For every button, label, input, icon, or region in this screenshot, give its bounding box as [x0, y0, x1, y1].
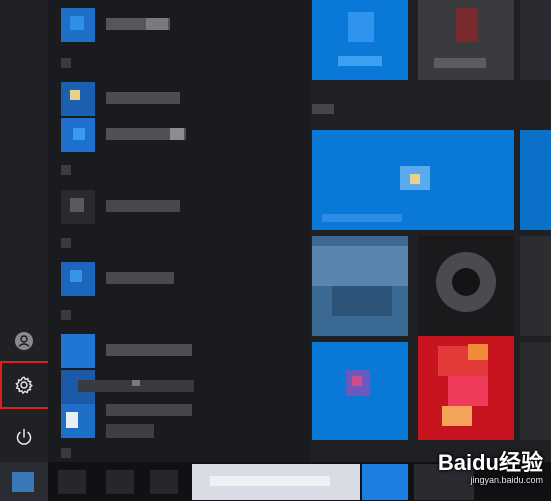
tile-label-blur: [322, 214, 402, 222]
tile-image-blur: [332, 286, 392, 316]
app-icon-detail: [70, 16, 84, 30]
tile-red[interactable]: [418, 336, 514, 440]
tile-image-blur: [448, 376, 488, 406]
watermark-logo: Baidu经验: [437, 450, 543, 475]
tile-blue-bottom[interactable]: [312, 342, 408, 440]
app-icon-detail: [70, 270, 82, 282]
app-icon-detail: [70, 198, 84, 212]
taskbar-search-blur: [210, 476, 330, 486]
tile-image-blur: [312, 246, 408, 286]
account-button[interactable]: [0, 321, 48, 361]
tile-area: [310, 0, 551, 462]
tile-icon-blur: [348, 12, 374, 42]
section-letter-blur: [61, 238, 71, 248]
tile-icon-blur: [410, 174, 420, 184]
tile-image-blur: [468, 344, 488, 360]
app-label-blur[interactable]: [106, 344, 192, 356]
app-label-blur: [106, 424, 154, 438]
app-icon-detail: [73, 128, 85, 140]
app-label-blur: [146, 18, 168, 30]
app-icon-detail: [70, 90, 80, 100]
taskbar-item[interactable]: [150, 470, 178, 494]
section-letter-blur: [61, 58, 71, 68]
taskbar-item[interactable]: [58, 470, 86, 494]
app-icon[interactable]: [61, 334, 95, 368]
app-list: [48, 0, 310, 462]
tile-edge-bottom[interactable]: [520, 342, 551, 440]
tile-dark-circle[interactable]: [418, 236, 514, 336]
section-letter-blur: [61, 165, 71, 175]
group-header-blur: [312, 104, 334, 114]
app-label-blur: [170, 128, 184, 140]
app-label-blur: [132, 380, 140, 386]
taskbar-active-app[interactable]: [362, 464, 408, 500]
tile-blue-wide[interactable]: [312, 130, 514, 230]
tile-icon-blur: [452, 268, 480, 296]
power-button[interactable]: [0, 417, 48, 457]
watermark-url: jingyan.baidu.com: [470, 475, 543, 485]
start-icon-blur: [12, 472, 34, 492]
app-label-blur[interactable]: [106, 200, 180, 212]
app-label-blur[interactable]: [106, 404, 192, 416]
tile-edge-mid[interactable]: [520, 236, 551, 336]
tile-blue-right[interactable]: [520, 130, 551, 230]
tile-edge-top[interactable]: [520, 0, 551, 80]
tile-photos[interactable]: [312, 236, 408, 336]
tile-label-blur: [338, 56, 382, 66]
app-icon-detail: [66, 412, 78, 428]
tile-blue-top[interactable]: [312, 0, 408, 80]
taskbar-item[interactable]: [106, 470, 134, 494]
app-label-blur[interactable]: [106, 92, 180, 104]
tile-icon-blur: [352, 376, 362, 386]
section-letter-blur: [61, 448, 71, 458]
tile-icon-blur: [456, 8, 478, 42]
tile-gray-top[interactable]: [418, 0, 514, 80]
section-letter-blur: [61, 310, 71, 320]
baidu-watermark: Baidu经验 jingyan.baidu.com: [437, 450, 543, 486]
power-icon: [16, 428, 32, 445]
tile-image-blur: [442, 406, 472, 426]
app-label-blur[interactable]: [106, 272, 174, 284]
tile-label-blur: [434, 58, 486, 68]
user-avatar-icon: [15, 332, 33, 350]
